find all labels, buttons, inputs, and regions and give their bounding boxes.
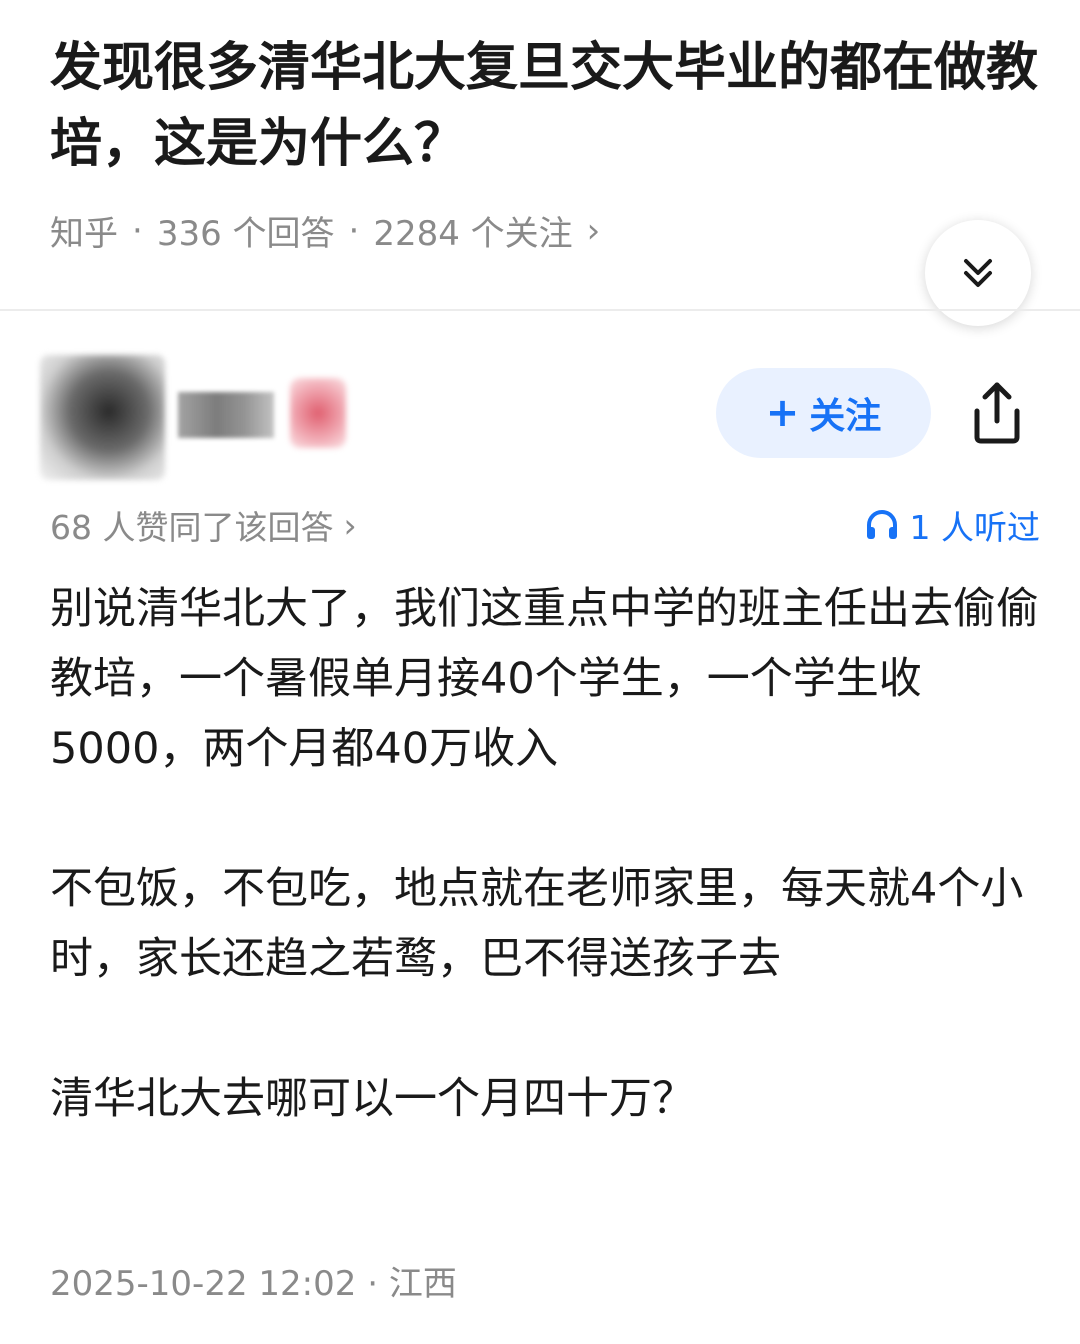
listened-link[interactable]: 1 人听过	[864, 501, 1041, 549]
double-chevron-down-icon	[964, 259, 992, 287]
author-badge-blurred	[290, 378, 346, 448]
author-row: + 关注	[0, 340, 1080, 490]
answer-content[interactable]: 别说清华北大了，我们这重点中学的班主任出去偷偷教培，一个暑假单月接40个学生，一…	[50, 574, 1040, 1134]
answer-footer: 2025-10-22 12:02 · 江西	[50, 1256, 457, 1305]
chevron-right-icon: ›	[586, 210, 601, 251]
question-title[interactable]: 发现很多清华北大复旦交大毕业的都在做教培，这是为什么？	[50, 30, 1040, 182]
answer-datetime: 2025-10-22 12:02	[50, 1264, 357, 1304]
follow-button[interactable]: + 关注	[716, 368, 931, 458]
divider	[0, 309, 1080, 311]
author-name-blurred[interactable]	[178, 392, 274, 438]
answers-count: 336 个回答	[156, 214, 335, 254]
chevron-right-icon: ›	[343, 505, 357, 545]
followers-count: 2284 个关注	[373, 214, 573, 254]
answer-paragraph: 清华北大去哪可以一个月四十万？	[50, 1074, 695, 1124]
votes-link[interactable]: 68 人赞同了该回答 ›	[50, 501, 357, 549]
question-meta[interactable]: 知乎 · 336 个回答 · 2284 个关注 ›	[50, 206, 600, 255]
share-button[interactable]	[962, 370, 1032, 454]
answer-location: 江西	[388, 1264, 457, 1304]
headphones-icon	[866, 510, 897, 539]
votes-text: 68 人赞同了该回答	[50, 508, 334, 547]
answer-stats: 68 人赞同了该回答 › 1 人听过	[50, 500, 1040, 550]
answer-paragraph: 不包饭，不包吃，地点就在老师家里，每天就4个小时，家长还趋之若鹜，巴不得送孩子去	[50, 864, 1024, 984]
share-icon	[974, 382, 1020, 444]
listened-text: 1 人听过	[909, 508, 1041, 547]
footer-separator: ·	[367, 1264, 379, 1304]
answer-paragraph: 别说清华北大了，我们这重点中学的班主任出去偷偷教培，一个暑假单月接40个学生，一…	[50, 584, 1039, 774]
meta-separator: ·	[132, 210, 143, 251]
source-label: 知乎	[50, 214, 118, 254]
meta-separator: ·	[348, 210, 360, 251]
plus-icon: +	[765, 390, 800, 436]
avatar[interactable]	[40, 355, 165, 480]
follow-label: 关注	[809, 396, 882, 437]
